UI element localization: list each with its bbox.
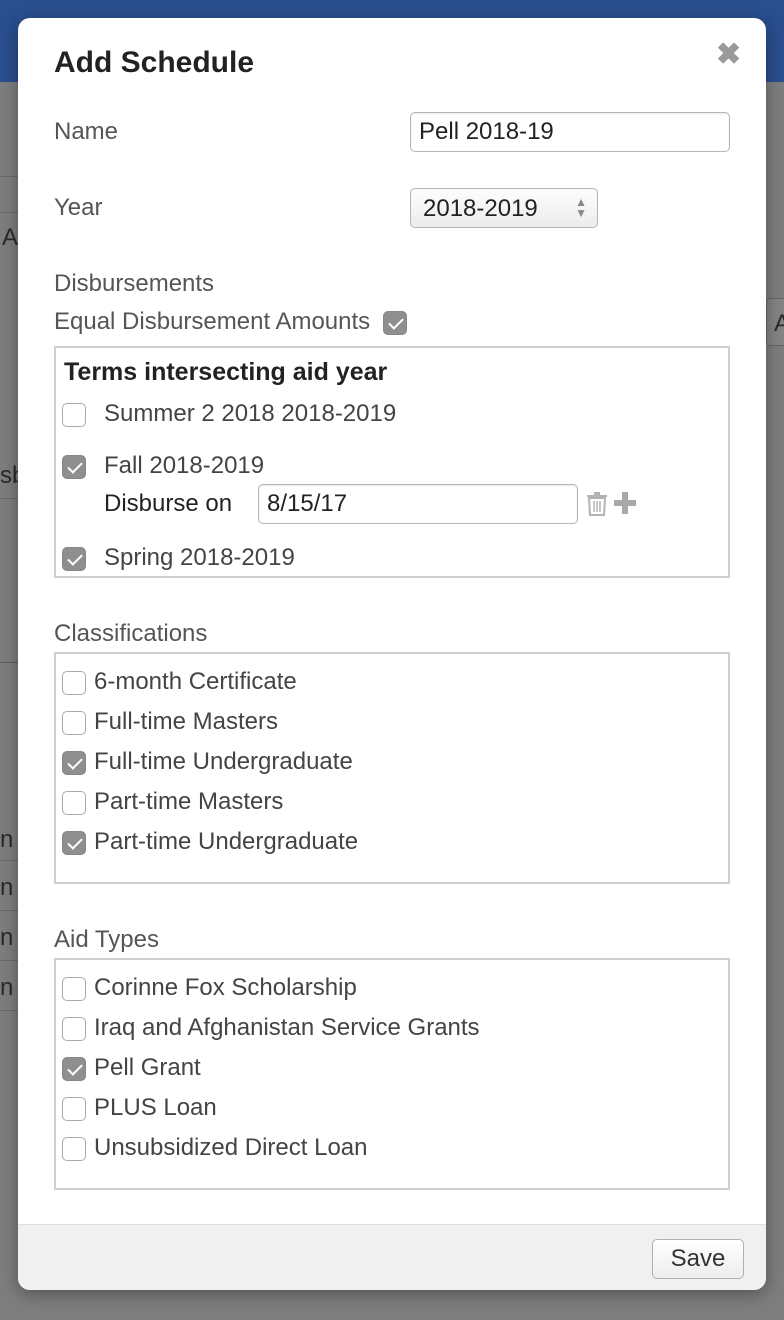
- year-select-value: 2018-2019: [423, 195, 538, 222]
- aid-type-checkbox[interactable]: [62, 976, 86, 1001]
- background-text: n: [0, 924, 14, 951]
- classifications-label: Classifications: [54, 620, 208, 647]
- aid-types-box: Corinne Fox Scholarship Iraq and Afghani…: [54, 958, 730, 1190]
- aid-type-label: Pell Grant: [94, 1054, 201, 1081]
- aid-type-checkbox[interactable]: [62, 1016, 86, 1041]
- classification-label: Full-time Masters: [94, 708, 279, 735]
- year-select[interactable]: 2018-2019 ▲ ▼: [410, 188, 598, 228]
- classification-row: Part-time Masters: [62, 788, 283, 816]
- equal-disbursement-label: Equal Disbursement Amounts: [54, 308, 371, 335]
- term-label: Fall 2018-2019: [104, 452, 265, 479]
- term-checkbox[interactable]: [62, 402, 86, 427]
- equal-disbursement-checkbox[interactable]: [382, 310, 407, 335]
- classification-label: Part-time Masters: [94, 788, 284, 815]
- year-label: Year: [54, 194, 103, 221]
- classification-row: 6-month Certificate: [62, 668, 297, 696]
- disburse-on-label: Disburse on: [104, 490, 233, 517]
- classification-checkbox[interactable]: [62, 750, 86, 775]
- trash-icon[interactable]: [586, 492, 608, 516]
- classification-row: Full-time Undergraduate: [62, 748, 353, 776]
- aid-type-row: Iraq and Afghanistan Service Grants: [62, 1014, 480, 1042]
- aid-types-label: Aid Types: [54, 926, 159, 953]
- term-row: Spring 2018-2019: [62, 544, 295, 572]
- terms-heading: Terms intersecting aid year: [64, 358, 388, 386]
- background-text: n: [0, 826, 14, 853]
- terms-box: Terms intersecting aid year Summer 2 201…: [54, 346, 730, 578]
- equal-disbursement-row: Equal Disbursement Amounts: [54, 308, 423, 336]
- classification-checkbox[interactable]: [62, 670, 86, 695]
- aid-type-row: PLUS Loan: [62, 1094, 217, 1122]
- aid-type-row: Pell Grant: [62, 1054, 201, 1082]
- save-button[interactable]: Save: [652, 1239, 744, 1279]
- aid-type-checkbox[interactable]: [62, 1096, 86, 1121]
- aid-type-label: Iraq and Afghanistan Service Grants: [94, 1014, 480, 1041]
- background-text: A: [2, 224, 19, 251]
- aid-type-row: Unsubsidized Direct Loan: [62, 1134, 367, 1162]
- aid-type-label: PLUS Loan: [94, 1094, 217, 1121]
- classification-row: Part-time Undergraduate: [62, 828, 358, 856]
- disbursements-label: Disbursements: [54, 270, 215, 297]
- modal-footer: Save: [18, 1224, 766, 1290]
- term-checkbox[interactable]: [62, 546, 86, 571]
- classifications-box: 6-month Certificate Full-time Masters Fu…: [54, 652, 730, 884]
- term-row: Fall 2018-2019: [62, 452, 264, 480]
- aid-type-checkbox[interactable]: [62, 1056, 86, 1081]
- aid-type-label: Unsubsidized Direct Loan: [94, 1134, 368, 1161]
- plus-icon[interactable]: [614, 492, 636, 514]
- name-label: Name: [54, 118, 119, 145]
- term-label: Summer 2 2018 2018-2019: [104, 400, 397, 427]
- background-text: A: [774, 310, 784, 337]
- disburse-on-input[interactable]: [258, 484, 578, 524]
- aid-type-row: Corinne Fox Scholarship: [62, 974, 357, 1002]
- classification-label: 6-month Certificate: [94, 668, 297, 695]
- name-input[interactable]: [410, 112, 730, 152]
- classification-checkbox[interactable]: [62, 710, 86, 735]
- aid-type-checkbox[interactable]: [62, 1136, 86, 1161]
- classification-checkbox[interactable]: [62, 830, 86, 855]
- add-schedule-modal: Add Schedule ✖ Name Year 2018-2019 ▲▼ Di…: [18, 18, 766, 1290]
- modal-title: Add Schedule: [54, 46, 255, 79]
- classification-row: Full-time Masters: [62, 708, 278, 736]
- select-arrows-icon: ▲ ▼: [575, 195, 587, 220]
- aid-type-label: Corinne Fox Scholarship: [94, 974, 357, 1001]
- term-checkbox[interactable]: [62, 454, 86, 479]
- classification-checkbox[interactable]: [62, 790, 86, 815]
- term-label: Spring 2018-2019: [104, 544, 295, 571]
- classification-label: Part-time Undergraduate: [94, 828, 359, 855]
- close-icon[interactable]: ✖: [716, 40, 741, 70]
- classification-label: Full-time Undergraduate: [94, 748, 353, 775]
- term-row: Summer 2 2018 2018-2019: [62, 400, 396, 428]
